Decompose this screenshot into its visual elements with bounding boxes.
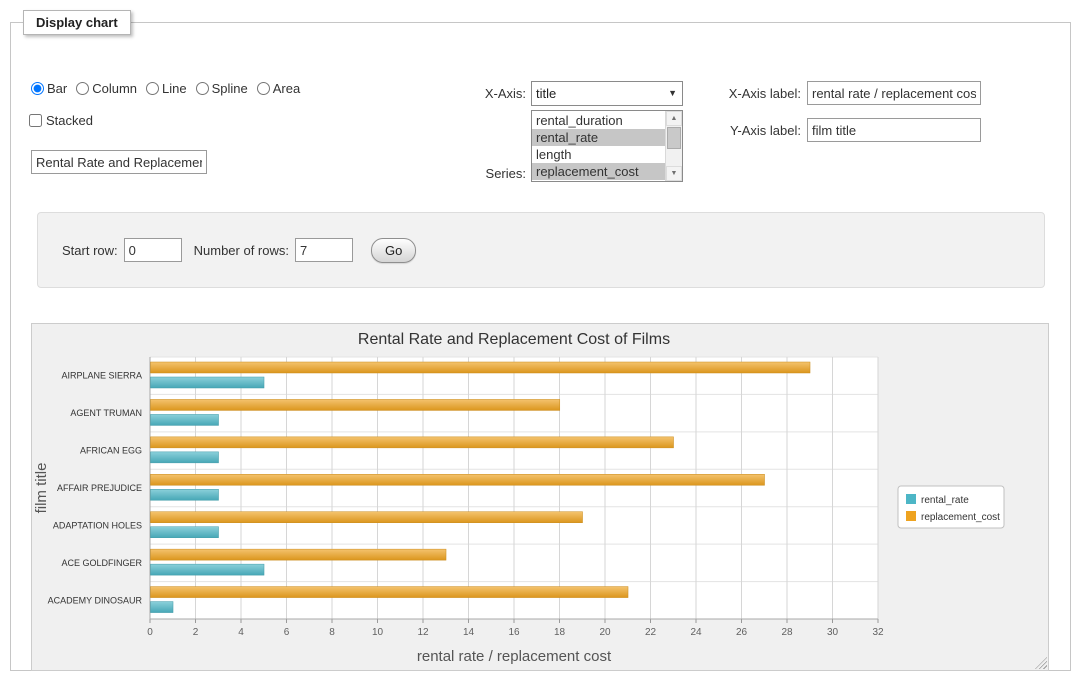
bar-rental_rate[interactable] [151,527,219,538]
bar-rental_rate[interactable] [151,564,265,575]
chart-type-column[interactable]: Column [76,81,137,96]
bar-replacement_cost[interactable] [151,512,583,523]
bar-replacement_cost[interactable] [151,474,765,485]
go-button[interactable]: Go [371,238,416,263]
chart-type-bar-radio[interactable] [31,82,44,95]
series-option-length[interactable]: length [532,146,665,163]
yaxis-label-input[interactable] [807,118,981,142]
series-listbox[interactable]: rental_durationrental_ratelengthreplacem… [531,110,683,182]
num-rows-label: Number of rows: [194,243,289,258]
chart-type-line-radio[interactable] [146,82,159,95]
legend-swatch-rental_rate[interactable] [906,494,916,504]
stacked-label: Stacked [46,113,93,128]
y-axis-title: film title [33,463,50,514]
x-tick-label: 20 [599,627,611,638]
chart-type-area-label: Area [273,81,300,96]
chart-type-bar-label: Bar [47,81,67,96]
start-row-input[interactable] [124,238,182,262]
chart-type-spline-label: Spline [212,81,248,96]
x-tick-label: 16 [508,627,520,638]
x-tick-label: 30 [827,627,839,638]
chart-type-line-label: Line [162,81,187,96]
chart-type-bar[interactable]: Bar [31,81,67,96]
xaxis-label-label: X-Axis label: [641,86,801,101]
series-option-replacement_cost[interactable]: replacement_cost [532,163,665,180]
chart-title-input[interactable] [31,150,207,174]
category-label: ACE GOLDFINGER [61,558,142,568]
display-chart-panel: Display chart Bar Column Line Spline Are… [10,10,1071,671]
category-label: ADAPTATION HOLES [53,520,142,530]
x-tick-label: 28 [781,627,793,638]
category-label: AIRPLANE SIERRA [61,371,142,381]
category-label: AFRICAN EGG [80,446,142,456]
bar-rental_rate[interactable] [151,602,174,613]
bar-replacement_cost[interactable] [151,437,674,448]
scroll-down-icon[interactable]: ▼ [666,166,682,181]
bar-rental_rate[interactable] [151,452,219,463]
stacked-checkbox[interactable] [29,114,42,127]
x-tick-label: 2 [193,627,199,638]
bar-replacement_cost[interactable] [151,399,560,410]
chart-type-column-label: Column [92,81,137,96]
panel-title: Display chart [23,10,131,35]
chart-type-line[interactable]: Line [146,81,187,96]
row-range-panel: Start row: Number of rows: Go [37,212,1045,288]
x-tick-label: 18 [554,627,566,638]
chart-type-area[interactable]: Area [257,81,300,96]
series-label: Series: [411,166,526,181]
category-label: ACADEMY DINOSAUR [48,595,143,605]
category-label: AGENT TRUMAN [70,408,142,418]
chart-container: 02468101214161820222426283032AIRPLANE SI… [31,323,1049,671]
bar-rental_rate[interactable] [151,414,219,425]
x-tick-label: 14 [463,627,475,638]
x-axis-title: rental rate / replacement cost [417,648,612,665]
x-tick-label: 4 [238,627,244,638]
x-tick-label: 8 [329,627,335,638]
xaxis-label-input[interactable] [807,81,981,105]
category-label: AFFAIR PREJUDICE [57,483,142,493]
bar-replacement_cost[interactable] [151,549,447,560]
xaxis-select-label: X-Axis: [411,86,526,101]
chart-type-spline-radio[interactable] [196,82,209,95]
chart-type-area-radio[interactable] [257,82,270,95]
bar-rental_rate[interactable] [151,377,265,388]
x-tick-label: 32 [872,627,884,638]
x-tick-label: 0 [147,627,153,638]
x-tick-label: 6 [284,627,290,638]
x-tick-label: 12 [417,627,429,638]
x-tick-label: 10 [372,627,384,638]
x-tick-label: 24 [690,627,702,638]
num-rows-input[interactable] [295,238,353,262]
chart-type-radiogroup: Bar Column Line Spline Area [31,81,300,96]
bar-replacement_cost[interactable] [151,587,629,598]
x-tick-label: 26 [736,627,748,638]
chart-title: Rental Rate and Replacement Cost of Film… [358,331,670,348]
bar-rental_rate[interactable] [151,489,219,500]
chart-type-column-radio[interactable] [76,82,89,95]
bar-chart: 02468101214161820222426283032AIRPLANE SI… [32,324,1048,670]
x-tick-label: 22 [645,627,657,638]
legend-label[interactable]: rental_rate [921,495,969,506]
bar-replacement_cost[interactable] [151,362,811,373]
stacked-checkbox-row[interactable]: Stacked [29,113,93,128]
legend-label[interactable]: replacement_cost [921,512,1000,523]
legend-swatch-replacement_cost[interactable] [906,511,916,521]
start-row-label: Start row: [62,243,118,258]
series-scrollbar[interactable]: ▲ ▼ [665,111,682,181]
yaxis-label-label: Y-Axis label: [641,123,801,138]
chart-type-spline[interactable]: Spline [196,81,248,96]
